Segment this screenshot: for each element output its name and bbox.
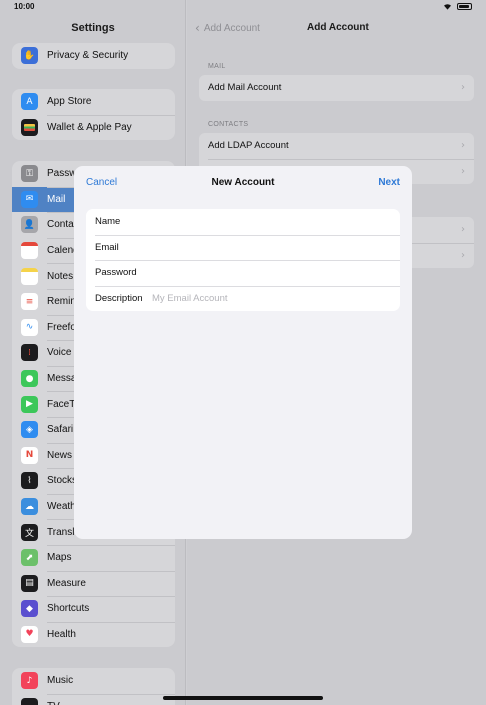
chevron-right-icon: › [461, 82, 465, 93]
email-row: Email [86, 234, 400, 261]
sidebar-item-label: Privacy & Security [47, 50, 129, 62]
password-label: Password [95, 267, 137, 279]
sidebar-item-app-store[interactable]: A App Store [12, 89, 175, 115]
status-icons [443, 3, 472, 10]
chevron-right-icon: › [461, 224, 465, 235]
notes-icon [21, 267, 38, 285]
email-field[interactable] [152, 241, 382, 253]
sheet-title: New Account [211, 177, 275, 188]
status-bar: 10:00 [0, 0, 486, 14]
sidebar-title: Settings [71, 22, 115, 34]
contacts-icon: 👤 [21, 216, 38, 234]
news-icon: N [21, 446, 38, 464]
name-row: Name [86, 209, 400, 235]
chevron-right-icon: › [461, 165, 465, 177]
stocks-icon: ⌇ [21, 472, 38, 490]
chevron-right-icon: › [461, 249, 465, 261]
mail-group: Add Mail Account › [199, 75, 474, 101]
password-field[interactable] [152, 267, 382, 279]
name-field[interactable] [152, 216, 382, 228]
sidebar-item-label: News [47, 449, 73, 461]
cancel-button[interactable]: Cancel [86, 177, 117, 188]
wallet-icon [21, 118, 38, 136]
sidebar-item-maps[interactable]: ⬈ Maps [12, 544, 175, 571]
messages-icon: ● [21, 370, 38, 388]
sidebar-item-label: TV [47, 701, 60, 705]
sidebar-item-label: Transl [47, 526, 75, 538]
row-label: Add Mail Account [208, 82, 282, 94]
sidebar-item-wallet[interactable]: Wallet & Apple Pay [12, 114, 175, 141]
chevron-left-icon: ‹ [195, 21, 200, 35]
password-row: Password [86, 260, 400, 286]
next-button[interactable]: Next [378, 177, 400, 188]
sidebar-item-shortcuts[interactable]: ◆ Shortcuts [12, 596, 175, 622]
back-button[interactable]: ‹ Add Account [195, 21, 260, 35]
key-icon: ⚿ [21, 165, 38, 183]
safari-icon: ◈ [21, 421, 38, 439]
sidebar-item-music[interactable]: ♪ Music [12, 668, 175, 694]
description-field[interactable] [152, 293, 382, 305]
sidebar-item-label: Mail [47, 193, 66, 205]
sidebar-item-label: Shortcuts [47, 603, 90, 615]
freeform-icon: ∿ [21, 318, 38, 336]
shortcuts-icon: ◆ [21, 600, 38, 618]
sidebar-item-label: Passw [47, 168, 77, 180]
sidebar-item-label: Weath [47, 501, 76, 513]
add-mail-account-row[interactable]: Add Mail Account › [199, 75, 474, 101]
voice-memos-icon: ⁞ [21, 344, 38, 362]
sidebar-item-label: Notes [47, 270, 74, 282]
description-label: Description [95, 293, 143, 305]
page-title: Add Account [307, 22, 369, 33]
sidebar-item-label: Messa [47, 373, 77, 385]
back-label: Add Account [203, 22, 260, 34]
sidebar-item-label: Remin [47, 296, 76, 308]
sidebar-item-label: Music [47, 675, 74, 687]
wifi-icon [444, 4, 451, 10]
sidebar-item-label: Health [47, 628, 76, 640]
facetime-icon: ▶ [21, 395, 38, 413]
battery-icon [457, 3, 472, 10]
weather-icon: ☁ [21, 498, 38, 516]
add-ldap-account-row[interactable]: Add LDAP Account › [199, 133, 474, 159]
appstore-icon: A [21, 93, 38, 111]
sidebar-item-label: Maps [47, 552, 72, 564]
reminders-icon: ≡ [21, 293, 38, 311]
sidebar-group-privacy: ✋ Privacy & Security [12, 43, 175, 69]
sidebar-item-label: Wallet & Apple Pay [47, 121, 132, 133]
sidebar-group-media: ♪ Music TV [12, 668, 175, 705]
sidebar-item-label: Conta [47, 219, 74, 231]
sidebar-item-health[interactable]: ♥ Health [12, 621, 175, 648]
hand-icon: ✋ [21, 47, 38, 65]
sidebar-group-store: A App Store Wallet & Apple Pay [12, 89, 175, 141]
description-row: Description [86, 285, 400, 312]
row-label: Add LDAP Account [208, 140, 289, 152]
section-header-contacts: CONTACTS [208, 121, 249, 128]
sidebar-item-privacy-security[interactable]: ✋ Privacy & Security [12, 43, 175, 69]
sidebar-item-measure[interactable]: ▤ Measure [12, 570, 175, 597]
health-icon: ♥ [21, 625, 38, 643]
status-time: 10:00 [14, 2, 35, 11]
name-label: Name [95, 216, 121, 228]
sidebar-item-label: Safari [47, 424, 74, 436]
measure-icon: ▤ [21, 574, 38, 592]
translate-icon: 文 [21, 523, 38, 541]
email-label: Email [95, 241, 119, 253]
sidebar-item-label: App Store [47, 96, 92, 108]
music-icon: ♪ [21, 672, 38, 690]
new-account-sheet: New Account Cancel Next Name Email Passw… [74, 166, 412, 539]
tv-icon [21, 697, 38, 705]
sidebar-item-label: Measure [47, 577, 86, 589]
account-form: Name Email Password Description [86, 209, 400, 312]
mail-icon: ✉ [21, 190, 38, 208]
chevron-right-icon: › [461, 140, 465, 151]
calendar-icon [21, 242, 38, 260]
sidebar-item-label: Voice [47, 347, 72, 359]
section-header-mail: MAIL [208, 63, 226, 70]
sidebar-item-label: Freefo [47, 321, 76, 333]
sidebar-item-label: FaceTi [47, 398, 78, 410]
maps-icon: ⬈ [21, 549, 38, 567]
sidebar-item-tv[interactable]: TV [12, 693, 175, 705]
sidebar-item-label: Stocks [47, 475, 78, 487]
home-indicator [163, 696, 323, 700]
